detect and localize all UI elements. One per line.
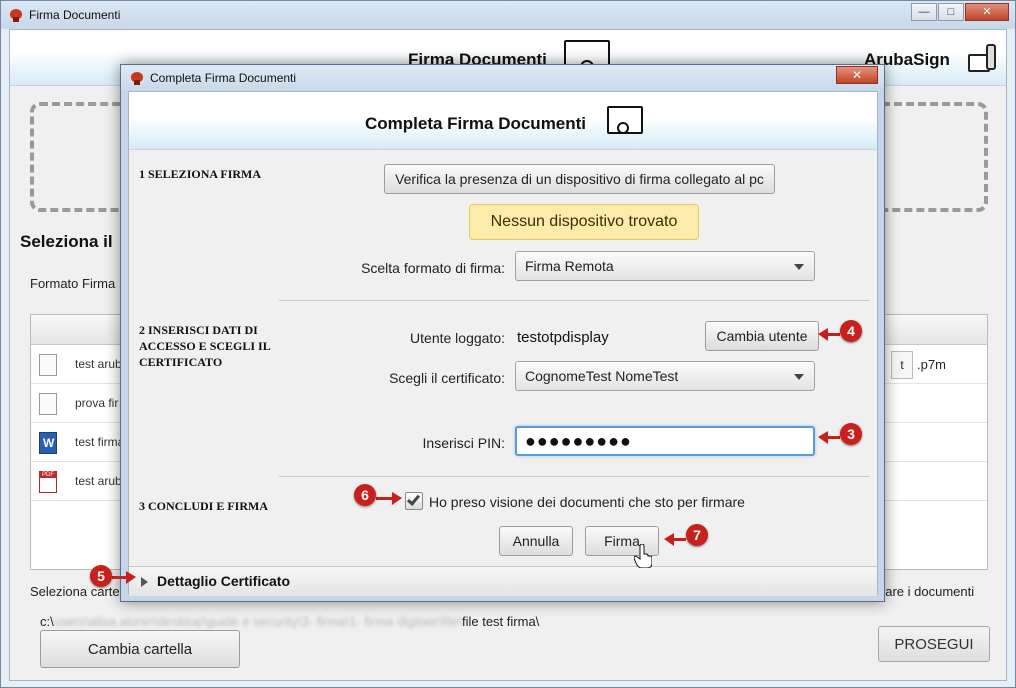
annotation-arrow	[112, 571, 136, 584]
verifica-dispositivo-button[interactable]: Verifica la presenza di un dispositivo d…	[384, 164, 775, 194]
smartcard-reader-icon	[966, 42, 998, 76]
cambia-cartella-button[interactable]: Cambia cartella	[40, 630, 240, 668]
expand-triangle-icon	[141, 577, 148, 587]
dialog-header: Completa Firma Documenti	[129, 92, 877, 150]
presa-visione-label[interactable]: Ho preso visione dei documenti che sto p…	[429, 494, 745, 510]
hand-cursor-icon	[634, 544, 652, 568]
file-name: test firma	[75, 435, 123, 449]
presa-visione-checkbox[interactable]	[405, 492, 423, 510]
annotation-arrow	[818, 328, 840, 341]
formato-firma-label: Scelta formato di firma:	[361, 260, 505, 276]
certificate-icon	[607, 106, 643, 134]
window-controls: — □ ✕	[910, 3, 1009, 21]
annotation-badge-4: 4	[840, 320, 862, 342]
seleziona-cartella-text: Seleziona carte	[30, 584, 120, 599]
path-blurred: users\alisa.alonin\desktop\guide e secur…	[53, 614, 462, 629]
document-icon	[39, 393, 57, 415]
main-window-title: Firma Documenti	[29, 8, 121, 22]
dialog-header-title: Completa Firma Documenti	[365, 114, 587, 133]
status-alert: Nessun dispositivo trovato	[469, 204, 699, 240]
dettaglio-certificato-label: Dettaglio Certificato	[157, 573, 291, 589]
section-title-seleziona: Seleziona il	[20, 232, 113, 251]
maximize-button[interactable]: □	[938, 3, 964, 21]
extension-field[interactable]: t	[891, 351, 913, 379]
utente-loggato-label: Utente loggato:	[410, 330, 505, 346]
annotation-badge-3: 3	[840, 423, 862, 445]
annotation-badge-6: 6	[354, 484, 376, 506]
file-name: test arub	[75, 357, 122, 371]
chevron-down-icon	[794, 374, 804, 380]
path-prefix: c:\	[40, 614, 54, 629]
close-button[interactable]: ✕	[965, 3, 1009, 21]
certificato-value: CognomeTest NomeTest	[525, 368, 679, 384]
divider	[279, 476, 869, 477]
main-titlebar: Firma Documenti — □ ✕	[1, 1, 1015, 29]
prosegui-button[interactable]: PROSEGUI	[878, 626, 990, 662]
firmare-documenti-text: nare i documenti	[878, 584, 975, 599]
file-name: test arub	[75, 474, 122, 488]
dialog-titlebar: Completa Firma Documenti ✕	[121, 65, 884, 90]
cambia-utente-button[interactable]: Cambia utente	[705, 321, 819, 351]
annotation-badge-7: 7	[686, 524, 708, 546]
annotation-arrow	[376, 492, 402, 505]
pdf-icon	[39, 471, 57, 493]
section-seleziona-firma: 1 SELEZIONA FIRMA	[139, 167, 262, 181]
dialog-body: Completa Firma Documenti 1 SELEZIONA FIR…	[128, 91, 878, 596]
annotation-arrow	[818, 431, 840, 444]
formato-firma-value: Firma Remota	[525, 258, 614, 274]
certificato-select[interactable]: CognomeTest NomeTest	[515, 361, 815, 391]
dialog-title: Completa Firma Documenti	[150, 70, 297, 85]
divider	[279, 300, 869, 301]
utente-loggato-value: testotpdisplay	[517, 329, 609, 346]
minimize-button[interactable]: —	[911, 3, 937, 21]
annulla-button[interactable]: Annulla	[499, 526, 573, 556]
annotation-arrow	[664, 533, 686, 546]
folder-path: c:\users\alisa.alonin\desktop\guide e se…	[40, 614, 539, 629]
formato-firma-label: Formato Firma	[30, 276, 116, 291]
file-name: prova fir	[75, 396, 119, 410]
dettaglio-certificato-expander[interactable]: Dettaglio Certificato	[129, 566, 877, 596]
completa-firma-dialog: Completa Firma Documenti ✕ Completa Firm…	[120, 64, 885, 602]
dialog-close-button[interactable]: ✕	[836, 66, 878, 84]
annotation-badge-5: 5	[90, 565, 112, 587]
word-icon	[39, 432, 57, 454]
path-suffix: file test firma\	[461, 614, 540, 629]
formato-firma-select[interactable]: Firma Remota	[515, 251, 815, 281]
app-logo-icon	[130, 71, 144, 85]
pin-label: Inserisci PIN:	[422, 435, 505, 451]
document-icon	[39, 354, 57, 376]
extension-label: .p7m	[917, 357, 946, 372]
app-logo-icon	[9, 8, 23, 22]
section-concludi-firma: 3 CONCLUDI E FIRMA	[139, 499, 268, 513]
section-dati-accesso: 2 INSERISCI DATI DI ACCESSO E SCEGLI IL …	[139, 323, 271, 369]
certificato-label: Scegli il certificato:	[389, 370, 505, 386]
checkmark-icon	[406, 492, 421, 506]
pin-input[interactable]: ●●●●●●●●●	[515, 426, 815, 456]
chevron-down-icon	[794, 264, 804, 270]
